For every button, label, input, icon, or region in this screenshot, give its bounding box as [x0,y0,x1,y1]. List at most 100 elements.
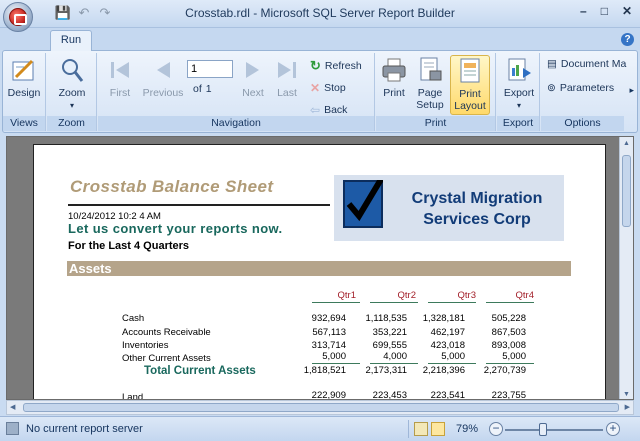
stop-button[interactable]: ✕ Stop [310,81,346,95]
title-rule [68,204,330,206]
magnifier-icon [57,55,87,85]
cell: 932,694 [311,313,346,324]
row-label: Inventories [122,340,169,351]
total-label: Total Current Assets [144,365,256,377]
first-page-button[interactable]: First [102,55,138,99]
tab-run[interactable]: Run [50,30,92,51]
cell: 5,000 [322,351,346,362]
page-setup-icon [415,55,445,85]
zoom-group-label: Zoom [47,116,96,131]
printer-icon [379,55,409,85]
views-group-label: Views [3,116,45,131]
page-number-input[interactable]: 1 [187,60,233,78]
cell: 867,503 [491,327,526,338]
stop-icon: ✕ [310,81,321,95]
cell: 353,221 [372,327,407,338]
parameters-button[interactable]: ⊚ Parameters [547,82,614,94]
print-group-label: Print [376,116,495,131]
design-view-icon[interactable] [414,422,428,436]
status-bar: No current report server 79% − + [0,416,640,441]
cell: 567,113 [312,327,346,338]
column-header: Qtr2 [397,290,416,301]
report-title: Crosstab Balance Sheet [70,177,274,196]
cell: 1,118,535 [365,313,407,324]
back-button[interactable]: ⇦ Back [310,103,347,117]
options-group-label: Options [541,116,624,131]
refresh-button[interactable]: ↻ Refresh [310,58,362,74]
export-icon [504,55,534,85]
zoom-in-button[interactable]: + [606,422,620,436]
scroll-up-icon[interactable]: ▲ [623,140,630,147]
print-layout-button[interactable]: Print Layout [450,55,490,115]
previous-page-button[interactable]: Previous [140,55,186,99]
print-button[interactable]: Print [378,55,410,99]
ribbon-more-arrow[interactable]: ▸ [629,85,634,96]
total-pages: 1 [205,83,212,95]
scroll-right-icon[interactable]: ▶ [625,403,630,411]
cell: 2,270,739 [483,365,526,376]
navigation-group: First Previous 1 of 1 Next Last ↻ Refresh … [98,53,375,131]
cell: 423,018 [430,340,465,351]
export-group-label: Export [497,116,539,131]
run-view-icon[interactable] [431,422,445,436]
refresh-icon: ↻ [310,58,321,73]
server-status: No current report server [26,423,143,435]
last-page-button[interactable]: Last [270,55,304,99]
server-icon [6,422,19,435]
design-button[interactable]: Design [6,55,42,99]
zoom-group: Zoom ▾ Zoom [47,53,97,131]
zoom-out-button[interactable]: − [489,422,503,436]
vertical-scroll-thumb[interactable] [622,155,631,227]
cell: 223,755 [491,390,526,400]
report-viewer[interactable]: Crosstab Balance Sheet Crystal Migration… [6,136,634,400]
zoom-slider-knob[interactable] [539,423,547,436]
row-label: Cash [122,313,145,324]
report-page: Crosstab Balance Sheet Crystal Migration… [33,144,606,400]
design-icon [9,55,39,85]
cell: 462,197 [430,327,465,338]
document-map-button[interactable]: ▤ Document Ma [547,58,626,70]
cell: 5,000 [441,351,465,362]
cell: 223,541 [430,390,465,400]
document-map-icon: ▤ [547,58,557,70]
views-group: Design Views [3,53,46,131]
column-header: Qtr4 [515,290,534,301]
cell: 2,173,311 [365,365,407,376]
close-button[interactable]: ✕ [622,4,632,18]
horizontal-scroll-thumb[interactable] [23,403,619,412]
vertical-scrollbar[interactable]: ▲ ▼ [619,137,633,399]
ribbon: Design Views Zoom ▾ Zoom First Previous 1… [2,50,638,133]
export-button[interactable]: Export ▾ [500,55,538,112]
parameters-icon: ⊚ [547,82,556,94]
zoom-level: 79% [456,423,479,435]
logo-line-1: Crystal Migration [411,190,543,207]
tagline: Let us convert your reports now. [68,221,283,236]
back-icon: ⇦ [310,103,321,117]
last-page-icon [272,55,302,85]
page-setup-button[interactable]: Page Setup [412,55,448,111]
maximize-button[interactable]: □ [601,4,608,18]
cell: 893,008 [491,340,526,351]
row-label: Land [122,392,144,400]
cell: 5,000 [502,351,526,362]
cell: 505,228 [491,313,526,324]
next-page-button[interactable]: Next [236,55,270,99]
help-icon[interactable]: ? [621,33,634,46]
next-page-icon [238,55,268,85]
previous-page-icon [148,55,178,85]
zoom-slider[interactable] [505,429,603,431]
window-title: Crosstab.rdl - Microsoft SQL Server Repo… [185,6,455,20]
application-button[interactable] [3,2,33,32]
scroll-down-icon[interactable]: ▼ [623,391,630,398]
report-period: For the Last 4 Quarters [68,240,190,252]
cell: 1,328,181 [422,313,465,324]
row-label: Other Current Assets [122,353,211,364]
cell: 2,218,396 [422,365,465,376]
ribbon-tab-row [0,28,640,50]
scroll-left-icon[interactable]: ◀ [10,403,15,411]
zoom-button[interactable]: Zoom ▾ [53,55,91,112]
navigation-group-label: Navigation [98,116,374,131]
horizontal-scrollbar[interactable]: ◀ ▶ [6,400,634,415]
minimize-button[interactable]: – [580,4,587,18]
assets-section-header: Assets [67,261,571,276]
